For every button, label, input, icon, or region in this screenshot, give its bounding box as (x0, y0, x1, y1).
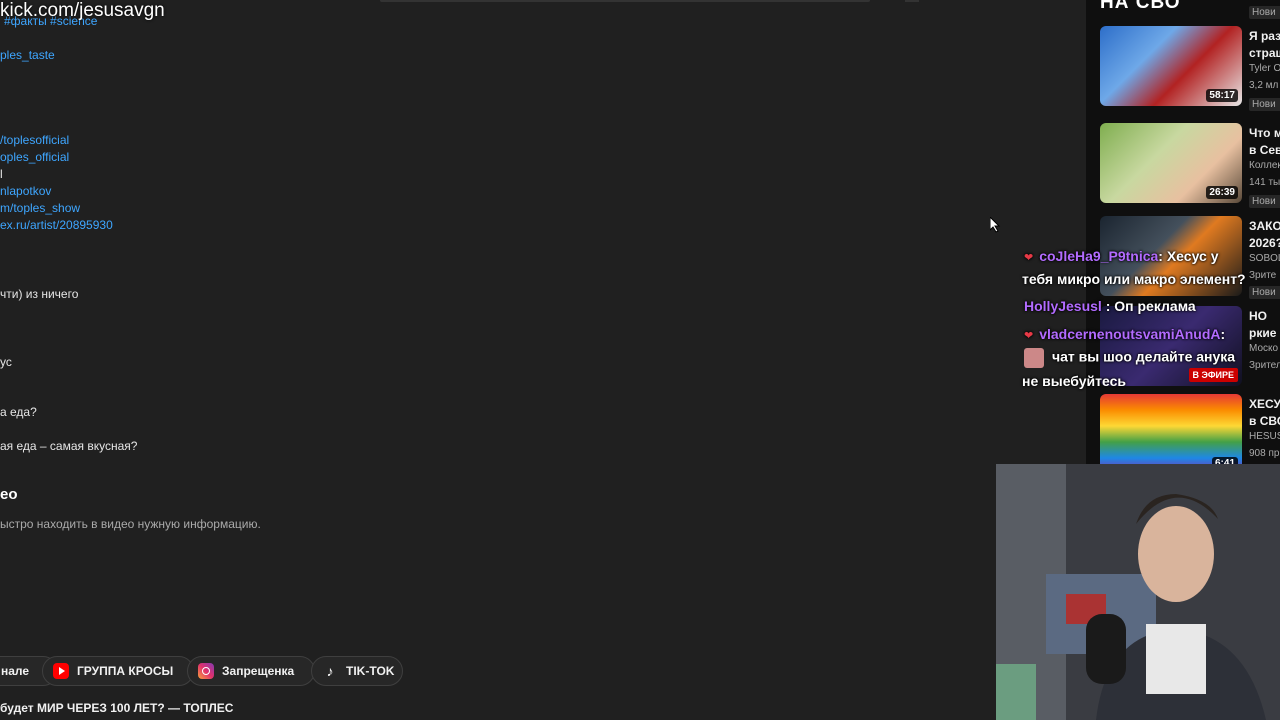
chat-message: HollyJesusl : Оп реклама (1024, 298, 1196, 314)
video-description: #факты #science ples_taste /toplesoffici… (0, 0, 760, 720)
webcam-overlay (996, 464, 1280, 720)
stream-chat-overlay: ❤ coJleHa9_P9tnica: Хесус у тебя микро ил… (1020, 244, 1260, 394)
chat-message: ❤ coJleHa9_P9tnica: Хесус у (1024, 248, 1218, 264)
chat-username: coJleHa9_P9tnica (1039, 248, 1159, 264)
recommendation-title[interactable]: Я разстраш (1249, 28, 1280, 62)
chip-label: TIK-TOK (346, 664, 395, 678)
channel-name[interactable]: HESUS (1249, 431, 1280, 442)
new-badge: Нови (1249, 98, 1280, 111)
recommendation-item[interactable]: 26:39 Что мв Сев Коллек 141 ты Нови (1100, 123, 1280, 208)
description-link[interactable]: oples_official (0, 150, 69, 164)
tiktok-icon: ♪ (326, 663, 334, 679)
description-text: l (0, 167, 3, 181)
duration-badge: 26:39 (1206, 186, 1238, 199)
recommendation-item[interactable]: 58:17 Я разстраш Tyler O 3,2 мл Нови (1100, 26, 1280, 111)
sidebar-heading: НА СВО (1100, 0, 1181, 13)
video-thumbnail[interactable]: 58:17 (1100, 26, 1242, 106)
instagram-icon (198, 663, 214, 679)
description-link[interactable]: /toplesofficial (0, 133, 69, 147)
chat-text: : Оп реклама (1105, 298, 1196, 314)
video-title-bottom[interactable]: будет МИР ЧЕРЕЗ 100 ЛЕТ? — ТОПЛЕС (0, 701, 233, 715)
view-count: 141 ты (1249, 177, 1280, 188)
chapters-subtitle: ыстро находить в видео нужную информацию… (0, 517, 261, 531)
description-text: чти) из ничего (0, 287, 79, 301)
description-text: ус (0, 355, 12, 369)
recommendation-title[interactable]: Что мв Сев (1249, 125, 1280, 159)
chat-message-continued: тебя микро или макро элемент? (1022, 271, 1246, 287)
view-count: 908 пр (1249, 448, 1280, 459)
video-thumbnail[interactable]: 26:39 (1100, 123, 1242, 203)
chip-label: Запрещенка (222, 664, 295, 678)
description-link[interactable]: nlapotkov (0, 184, 51, 198)
recommendation-title[interactable]: ХЕСУв СВО (1249, 396, 1280, 430)
stream-watermark: kick.com/jesusavgn (0, 0, 165, 21)
webcam-image (996, 464, 1280, 720)
chat-username: vladcernenoutsvamiAnudA (1039, 326, 1221, 342)
chat-text: : Хесус у (1158, 248, 1219, 264)
video-thumbnail[interactable]: 6:41 (1100, 394, 1242, 474)
chat-message-continued: чат вы шоо делайте анука (1024, 348, 1235, 368)
new-badge: Нови (1249, 195, 1280, 208)
chat-username: HollyJesusl (1024, 298, 1102, 314)
chat-text: : (1220, 326, 1226, 342)
description-text: ая еда – самая вкусная? (0, 439, 138, 453)
chat-message-continued: не выебуйтесь (1022, 373, 1127, 389)
description-link[interactable]: ples_taste (0, 48, 55, 62)
chip-youtube[interactable]: ГРУППА КРОСЫ (42, 656, 194, 686)
chip-label: нале (1, 664, 30, 678)
youtube-icon (53, 663, 69, 679)
description-text: а еда? (0, 405, 37, 419)
progress-marker (905, 0, 919, 2)
channel-name[interactable]: Tyler O (1249, 63, 1280, 74)
chip-instagram[interactable]: Запрещенка (187, 656, 315, 686)
description-link[interactable]: m/toples_show (0, 201, 80, 215)
chat-message: ❤ vladcernenoutsvamiAnudA: (1024, 326, 1225, 342)
chip-tiktok[interactable]: ♪ TIK-TOK (311, 656, 403, 686)
chapters-title: ео (0, 486, 18, 503)
description-link[interactable]: ex.ru/artist/20895930 (0, 218, 113, 232)
duration-badge: 58:17 (1206, 89, 1238, 102)
chip-label: ГРУППА КРОСЫ (77, 664, 174, 678)
channel-name[interactable]: Коллек (1249, 160, 1280, 171)
mouse-cursor-icon (989, 215, 1002, 238)
heart-icon: ❤ (1024, 330, 1034, 342)
new-badge: Нови (1249, 6, 1280, 19)
view-count: 3,2 мл (1249, 80, 1279, 91)
heart-icon: ❤ (1024, 252, 1034, 264)
emote-icon (1024, 348, 1044, 368)
